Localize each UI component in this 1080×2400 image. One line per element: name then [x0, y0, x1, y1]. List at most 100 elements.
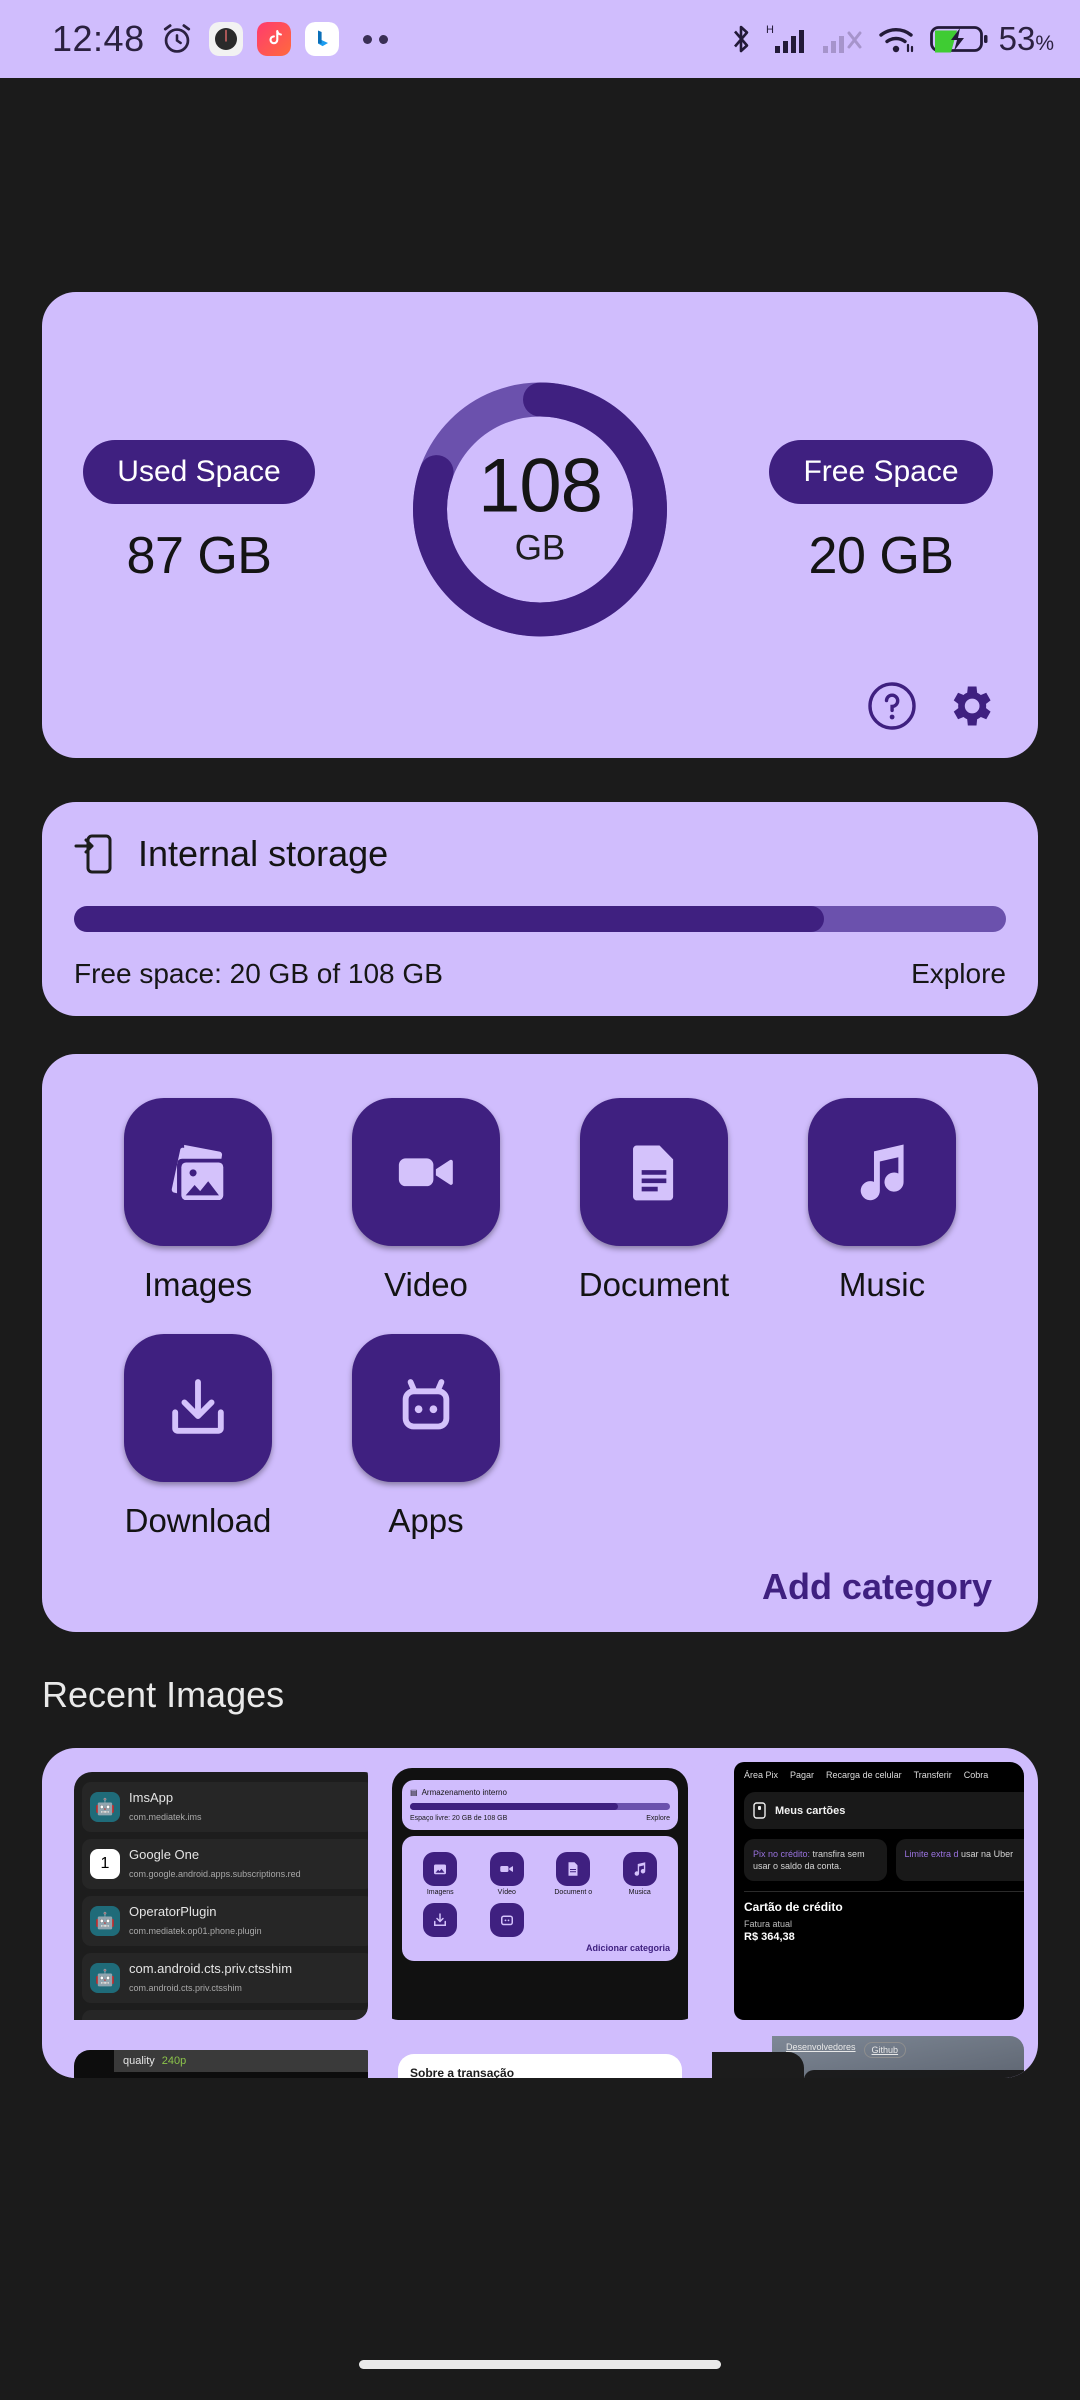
recent-thumbnail-storage-app[interactable]: ▤ Armazenamento interno Espaço livre: 20…	[384, 1762, 696, 2020]
recent-images-title: Recent Images	[42, 1674, 1080, 1716]
help-circle-icon[interactable]	[866, 680, 918, 732]
internal-storage-progress-bar	[74, 906, 1006, 932]
card-icon	[753, 1802, 766, 1819]
list-item: ▶ YouTubecom.google.android.youtube	[82, 2010, 368, 2020]
category-apps[interactable]: Apps	[312, 1334, 540, 1540]
document-icon	[556, 1852, 590, 1886]
my-cards-label: Meus cartões	[775, 1805, 845, 1817]
thumbnail-content: quality 240p	[56, 2036, 368, 2078]
clock-app-icon[interactable]	[209, 22, 243, 56]
invoice-label: Fatura atual	[744, 1919, 1024, 1929]
recent-images-grid: 🤖 ImsApp com.mediatek.ims 1 Google One com…	[56, 1762, 1024, 2078]
nav-item: Pagar	[790, 1770, 814, 1780]
list-item: 1 Google One com.google.android.apps.subs…	[82, 1839, 368, 1889]
list-item: 🤖 com.android.cts.priv.ctsshim com.androi…	[82, 1953, 368, 2003]
internal-storage-title: Armazenamento interno	[422, 1788, 507, 1797]
category-download[interactable]: Download	[84, 1334, 312, 1540]
signal-no-service-icon	[822, 21, 866, 57]
category-label: Musica	[610, 1889, 671, 1896]
recent-images-card: 🤖 ImsApp com.mediatek.ims 1 Google One com…	[42, 1748, 1038, 2078]
explore-button[interactable]: Explore	[911, 958, 1006, 990]
category-label: Document o	[543, 1889, 604, 1896]
recent-thumbnail-bank-app[interactable]: Área Pix Pagar Recarga de celular Transf…	[712, 1762, 1024, 2020]
quality-value: 240p	[162, 2055, 186, 2067]
free-space-label: Free Space	[769, 440, 992, 504]
category-label: Images	[144, 1266, 252, 1304]
nav-item: Área Pix	[744, 1770, 778, 1780]
promo-card: Pix no crédito: transfira sem usar o sal…	[744, 1839, 887, 1881]
category-tile[interactable]	[580, 1098, 728, 1246]
category-tile[interactable]	[352, 1098, 500, 1246]
category-video[interactable]: Video	[312, 1098, 540, 1304]
category-label: Document	[579, 1266, 729, 1304]
battery-percentage: 53%	[999, 20, 1054, 58]
alarm-icon	[159, 21, 195, 57]
free-space-block: Free Space 20 GB	[746, 280, 1016, 746]
promo-text: usar na Uber	[961, 1849, 1013, 1859]
my-cards-row: Meus cartões	[744, 1792, 1024, 1829]
download-icon	[161, 1371, 235, 1445]
app-name: Google One	[129, 1847, 199, 1862]
app-package: com.mediatek.ims	[129, 1812, 202, 1822]
phone-storage-icon	[74, 832, 114, 876]
category-label: Video	[384, 1266, 468, 1304]
video-camera-icon	[490, 1852, 524, 1886]
category-document[interactable]: Document	[540, 1098, 768, 1304]
category-tile[interactable]	[124, 1098, 272, 1246]
category-tile[interactable]	[808, 1098, 956, 1246]
category-tile[interactable]	[352, 1334, 500, 1482]
phone-storage-icon: ▤	[410, 1788, 418, 1797]
category-tile[interactable]	[124, 1334, 272, 1482]
add-category-button[interactable]: Add category	[84, 1566, 996, 1608]
signal-h-icon: H	[765, 21, 811, 57]
category-label: Imagens	[410, 1889, 471, 1896]
thumbnail-content: Desenvolvedores Github Último servidor c…	[712, 2036, 1024, 2078]
free-space-text: Free space: 20 GB of 108 GB	[74, 958, 443, 990]
app-package: com.android.cts.priv.ctsshim	[129, 1983, 242, 1993]
app-name: com.android.cts.priv.ctsshim	[129, 1961, 292, 1976]
recent-thumbnail-video-player[interactable]: quality 240p	[56, 2036, 368, 2078]
status-bar-left: 12:48	[52, 18, 728, 60]
gear-icon[interactable]	[944, 680, 996, 732]
android-robot-icon: 🤖	[90, 1792, 120, 1822]
internal-storage-footer: Free space: 20 GB of 108 GB Explore	[74, 958, 1006, 990]
app-name: ImsApp	[129, 1790, 173, 1805]
tiktok-app-icon[interactable]	[257, 22, 291, 56]
app-package: com.google.android.apps.subscriptions.re…	[129, 1869, 301, 1879]
internal-storage-progress-fill	[74, 906, 824, 932]
nav-item: Recarga de celular	[826, 1770, 902, 1780]
promo-title: Limite extra d	[905, 1849, 959, 1859]
home-gesture-pill[interactable]	[359, 2360, 721, 2369]
receipt-heading: Sobre a transação	[410, 2066, 670, 2078]
tab-github: Github	[864, 2042, 907, 2058]
explore-button: Explore	[646, 1815, 670, 1822]
recent-thumbnail-app-list[interactable]: 🤖 ImsApp com.mediatek.ims 1 Google One com…	[56, 1762, 368, 2020]
tab-developers: Desenvolvedores	[786, 2042, 856, 2058]
recent-thumbnail-game-server[interactable]: Desenvolvedores Github Último servidor c…	[712, 2036, 1024, 2078]
progress-bar	[410, 1803, 670, 1810]
video-camera-icon	[389, 1135, 463, 1209]
battery-charging-icon	[930, 22, 988, 56]
image-icon	[161, 1135, 235, 1209]
category-music[interactable]: Music	[768, 1098, 996, 1304]
svg-text:H: H	[766, 24, 774, 36]
status-bar-clock: 12:48	[52, 18, 145, 60]
storage-card-actions	[866, 680, 996, 732]
android-robot-icon: 🤖	[90, 1963, 120, 1993]
bing-app-icon[interactable]	[305, 22, 339, 56]
recent-thumbnail-receipt[interactable]: Sobre a transação Data do pagamento Segu…	[384, 2036, 696, 2078]
list-item: 🤖 OperatorPlugincom.mediatek.op01.phone.…	[82, 1896, 368, 1946]
credit-card-row: Cartão de crédito ›	[744, 1900, 1024, 1914]
free-space-value: 20 GB	[809, 526, 954, 586]
android-robot-icon: 🤖	[90, 1906, 120, 1936]
category-images[interactable]: Images	[84, 1098, 312, 1304]
categories-card: Images Video Document	[42, 1054, 1038, 1632]
nav-item: Cobra	[964, 1770, 989, 1780]
credit-card-title: Cartão de crédito	[744, 1900, 843, 1914]
google-one-icon: 1	[90, 1849, 120, 1879]
internal-storage-card[interactable]: Internal storage Free space: 20 GB of 10…	[42, 802, 1038, 1016]
app-name: YouTube	[129, 2018, 180, 2020]
category-label: Music	[839, 1266, 925, 1304]
thumbnail-content: Sobre a transação Data do pagamento Segu…	[384, 2036, 696, 2078]
music-note-icon	[623, 1852, 657, 1886]
